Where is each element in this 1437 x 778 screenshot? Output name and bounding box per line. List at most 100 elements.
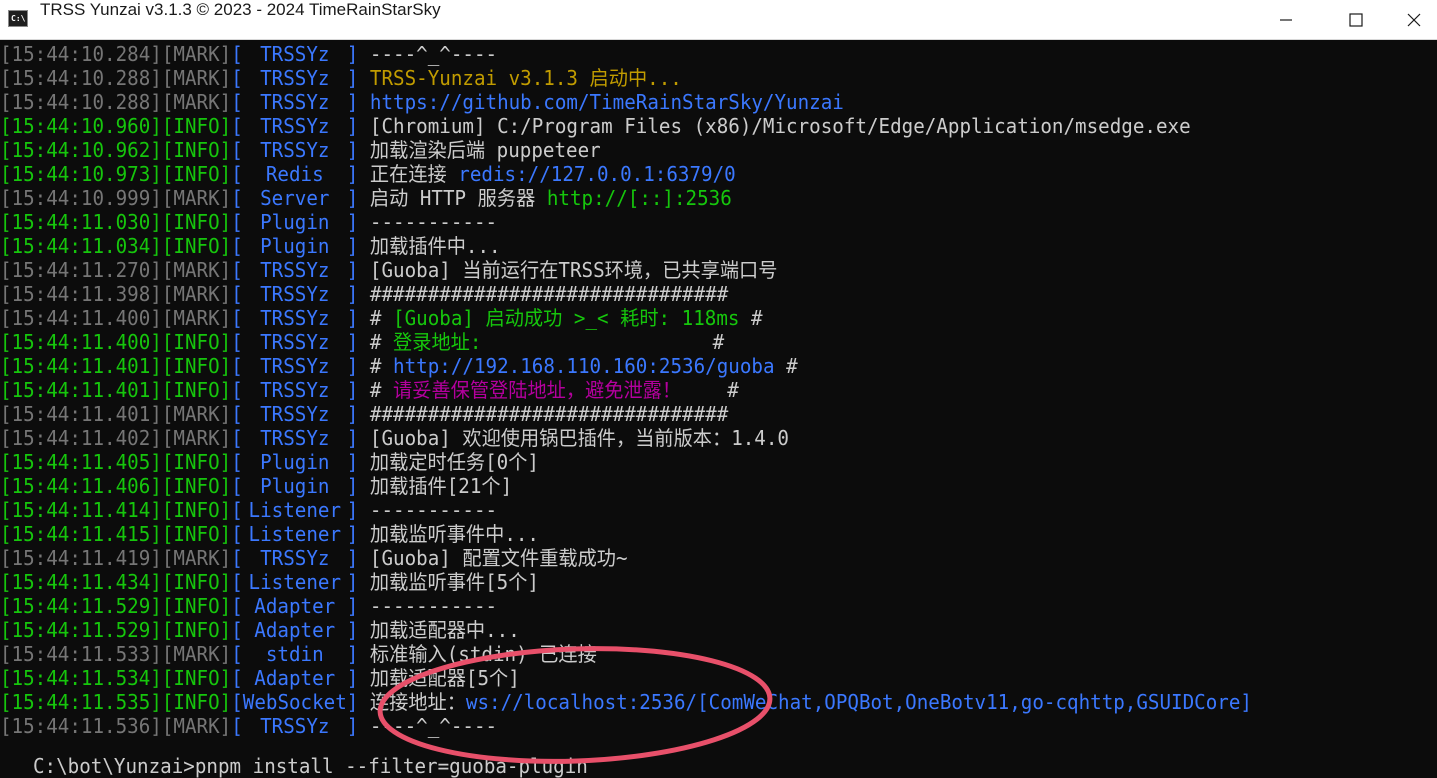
- log-source: TRSSYz: [260, 426, 330, 450]
- log-message: #: [481, 330, 725, 354]
- terminal-output[interactable]: [15:44:10.284][MARK][TRSSYz] ----^_^----…: [0, 41, 1437, 771]
- log-level: [INFO]: [161, 162, 232, 186]
- log-message: https://github.com/TimeRainStarSky/Yunza…: [369, 90, 844, 114]
- log-line: [15:44:11.536][MARK][TRSSYz] ----^_^----: [0, 714, 498, 738]
- log-source: TRSSYz: [260, 42, 330, 66]
- log-line: [15:44:11.534][INFO][Adapter] 加载适配器[5个]: [0, 666, 520, 690]
- log-line: [15:44:11.401][INFO][TRSSYz] # 请妥善保管登陆地址…: [0, 378, 739, 402]
- log-level: [MARK]: [161, 42, 232, 66]
- log-source: TRSSYz: [260, 354, 330, 378]
- log-message: 加载适配器中...: [369, 618, 520, 642]
- log-line: [15:44:10.288][MARK][TRSSYz] https://git…: [0, 90, 844, 114]
- log-message: 登录地址:: [393, 330, 482, 354]
- log-line: [15:44:11.402][MARK][TRSSYz] [Guoba] 欢迎使…: [0, 426, 789, 450]
- minimize-icon: [1280, 19, 1292, 21]
- log-timestamp: [15:44:11.400]: [0, 306, 162, 330]
- log-level: [MARK]: [161, 66, 232, 90]
- log-message: [Guoba] 启动成功 >_< 耗时: 118ms: [393, 306, 740, 330]
- log-source: TRSSYz: [260, 378, 330, 402]
- log-level: [INFO]: [161, 474, 232, 498]
- log-source: stdin: [265, 642, 324, 666]
- log-level: [INFO]: [161, 618, 232, 642]
- log-line: [15:44:11.414][INFO][Listener] ---------…: [0, 498, 498, 522]
- close-button[interactable]: [1390, 0, 1437, 40]
- window-title: TRSS Yunzai v3.1.3 © 2023 - 2024 TimeRai…: [40, 0, 441, 19]
- log-line: [15:44:10.999][MARK][Server] 启动 HTTP 服务器…: [0, 186, 732, 210]
- log-message: 加载定时任务[0个]: [369, 450, 539, 474]
- log-level: [INFO]: [161, 522, 232, 546]
- log-source: Server: [260, 186, 330, 210]
- log-level: [INFO]: [161, 210, 232, 234]
- log-source: TRSSYz: [260, 306, 330, 330]
- maximize-button[interactable]: [1326, 0, 1386, 40]
- log-line: [15:44:11.398][MARK][TRSSYz] ###########…: [0, 282, 729, 306]
- log-message: 加载插件[21个]: [369, 474, 513, 498]
- log-message: 加载插件中...: [369, 234, 501, 258]
- log-source: Adapter: [254, 618, 336, 642]
- log-message: [Guoba] 配置文件重载成功~: [369, 546, 628, 570]
- log-source: TRSSYz: [260, 714, 330, 738]
- log-source: TRSSYz: [260, 330, 330, 354]
- log-level: [INFO]: [161, 114, 232, 138]
- log-level: [MARK]: [161, 258, 232, 282]
- log-message: http://[::]:2536: [546, 186, 732, 210]
- log-level: [INFO]: [161, 570, 232, 594]
- log-message: 加载监听事件[5个]: [369, 570, 539, 594]
- log-source: Adapter: [254, 666, 336, 690]
- log-level: [MARK]: [161, 90, 232, 114]
- log-message: 加载适配器[5个]: [369, 666, 520, 690]
- log-line: [15:44:11.400][MARK][TRSSYz] # [Guoba] 启…: [0, 306, 763, 330]
- log-line: [15:44:11.434][INFO][Listener] 加载监听事件[5个…: [0, 570, 539, 594]
- log-message: #: [369, 354, 394, 378]
- log-level: [INFO]: [161, 666, 232, 690]
- log-line: [15:44:10.960][INFO][TRSSYz] [Chromium] …: [0, 114, 1191, 138]
- log-message: [Guoba] 当前运行在TRSS环境，已共享端口号: [369, 258, 778, 282]
- log-source: TRSSYz: [260, 90, 330, 114]
- log-timestamp: [15:44:10.284]: [0, 42, 162, 66]
- log-source: Plugin: [260, 450, 330, 474]
- log-timestamp: [15:44:11.434]: [0, 570, 162, 594]
- log-message: #: [369, 378, 394, 402]
- log-message: [ComWeChat,OPQBot,OneBotv11,go-cqhttp,GS…: [697, 690, 1252, 714]
- log-message: -----------: [369, 210, 498, 234]
- log-timestamp: [15:44:11.406]: [0, 474, 162, 498]
- title-bar[interactable]: C:\ TRSS Yunzai v3.1.3 © 2023 - 2024 Tim…: [0, 0, 1437, 40]
- log-message: ----^_^----: [369, 714, 498, 738]
- log-timestamp: [15:44:11.401]: [0, 354, 162, 378]
- log-source: Listener: [248, 570, 342, 594]
- log-timestamp: [15:44:10.288]: [0, 90, 162, 114]
- log-timestamp: [15:44:11.034]: [0, 234, 162, 258]
- log-level: [MARK]: [161, 402, 232, 426]
- log-message: #: [774, 354, 798, 378]
- log-line: [15:44:11.406][INFO][Plugin] 加载插件[21个]: [0, 474, 513, 498]
- log-line: [15:44:11.401][MARK][TRSSYz] ###########…: [0, 402, 729, 426]
- log-message: #: [739, 306, 763, 330]
- log-timestamp: [15:44:11.415]: [0, 522, 162, 546]
- log-line: [15:44:10.288][MARK][TRSSYz] TRSS-Yunzai…: [0, 66, 682, 90]
- log-line: [15:44:11.529][INFO][Adapter] 加载适配器中...: [0, 618, 520, 642]
- log-source: TRSSYz: [260, 66, 330, 90]
- log-timestamp: [15:44:11.536]: [0, 714, 162, 738]
- log-message: 正在连接: [369, 162, 459, 186]
- log-level: [MARK]: [161, 426, 232, 450]
- log-line: [15:44:11.529][INFO][Adapter] ----------…: [0, 594, 498, 618]
- log-message: 启动 HTTP 服务器: [369, 186, 547, 210]
- log-timestamp: [15:44:11.419]: [0, 546, 162, 570]
- log-message: ws://localhost:2536/: [465, 690, 698, 714]
- log-line: [15:44:11.405][INFO][Plugin] 加载定时任务[0个]: [0, 450, 539, 474]
- log-timestamp: [15:44:10.288]: [0, 66, 162, 90]
- log-line: [15:44:11.535][INFO][WebSocket] 连接地址：ws:…: [0, 690, 1252, 714]
- command-prompt-line[interactable]: C:\bot\Yunzai>pnpm install --filter=guob…: [33, 754, 588, 778]
- minimize-button[interactable]: [1256, 0, 1316, 40]
- log-timestamp: [15:44:11.030]: [0, 210, 162, 234]
- log-timestamp: [15:44:11.533]: [0, 642, 162, 666]
- log-timestamp: [15:44:10.973]: [0, 162, 162, 186]
- log-source: WebSocket: [242, 690, 347, 714]
- log-timestamp: [15:44:11.529]: [0, 618, 162, 642]
- log-source: TRSSYz: [260, 282, 330, 306]
- log-source: TRSSYz: [260, 402, 330, 426]
- log-source: Listener: [248, 498, 342, 522]
- log-message: #: [681, 378, 739, 402]
- log-source: TRSSYz: [260, 546, 330, 570]
- log-message: ###############################: [369, 402, 729, 426]
